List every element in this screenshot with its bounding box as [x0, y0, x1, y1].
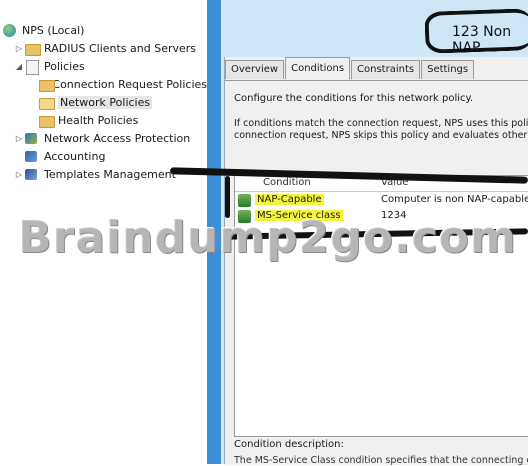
tree-item-health-policies[interactable]: Health Policies	[38, 112, 138, 129]
tab-overview[interactable]: Overview	[225, 60, 285, 79]
policy-icon	[24, 60, 40, 75]
tree-item-nps-local[interactable]: NPS (Local)	[2, 22, 84, 39]
column-header-condition[interactable]: Condition	[263, 177, 311, 188]
folder-open-icon	[38, 96, 55, 110]
tree-item-templates-management[interactable]: ▷ Templates Management	[14, 166, 176, 183]
tree-item-network-policies[interactable]: Network Policies	[38, 94, 153, 111]
watermark: Braindump2go.com	[18, 212, 517, 263]
tree-item-network-access-protection[interactable]: ▷ Network Access Protection	[14, 130, 190, 147]
tab-settings[interactable]: Settings	[421, 60, 475, 79]
expand-arrow-icon[interactable]: ▷	[14, 44, 24, 53]
tree-item-policies[interactable]: ◢ Policies	[14, 58, 85, 75]
conditions-panel: Configure the conditions for this networ…	[225, 80, 528, 466]
conditions-detail: If conditions match the connection reque…	[234, 118, 528, 141]
condition-description-text: The MS-Service Class condition specifies…	[234, 455, 528, 466]
accounting-icon	[24, 150, 40, 163]
tab-constraints[interactable]: Constraints	[351, 60, 421, 79]
table-row[interactable]: NAP-Capable Computer is non NAP-capable	[235, 193, 528, 209]
condition-icon	[238, 194, 251, 207]
conditions-intro: Configure the conditions for this networ…	[234, 93, 474, 104]
templates-icon	[24, 168, 40, 181]
server-icon	[2, 24, 18, 37]
tree-item-connection-request-policies[interactable]: Connection Request Policies	[38, 76, 207, 93]
expand-arrow-icon[interactable]: ▷	[14, 134, 24, 143]
condition-value: Computer is non NAP-capable	[381, 194, 528, 205]
tab-strip: Overview Conditions Constraints Settings	[225, 57, 475, 80]
tree-item-accounting[interactable]: Accounting	[24, 148, 105, 165]
folder-icon	[38, 114, 55, 128]
collapse-arrow-icon[interactable]: ◢	[14, 62, 24, 71]
tree-item-radius-clients[interactable]: ▷ RADIUS Clients and Servers	[14, 40, 196, 57]
condition-name: NAP-Capable	[255, 194, 324, 205]
nap-icon	[24, 132, 40, 145]
folder-icon	[38, 78, 55, 92]
window-title: 123 Non NAP	[452, 24, 512, 56]
tab-conditions[interactable]: Conditions	[285, 57, 351, 79]
expand-arrow-icon[interactable]: ▷	[14, 170, 24, 179]
folder-icon	[24, 42, 41, 56]
condition-description-label: Condition description:	[234, 439, 344, 450]
